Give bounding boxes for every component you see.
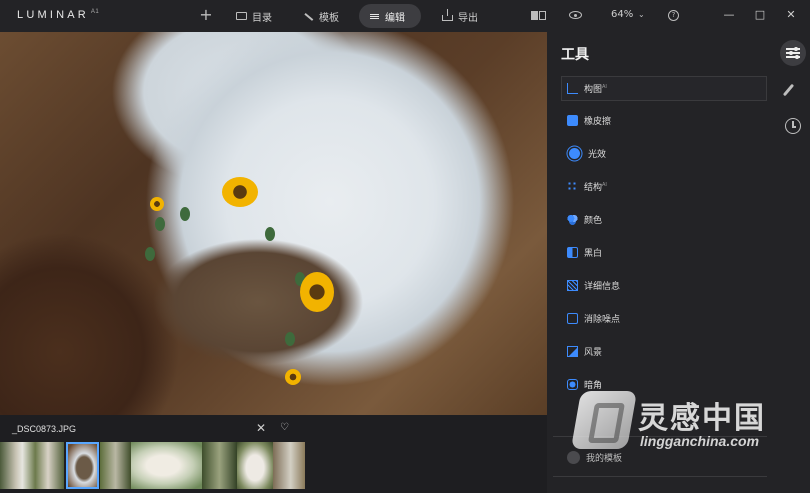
top-bar: LUMINAR A1 + 目录 模板 编辑 导出 64% ⌄ ? — □ ✕ — [0, 0, 810, 32]
sunflower-shape — [150, 197, 164, 211]
leaf-shape — [265, 227, 275, 241]
history-button[interactable] — [780, 113, 806, 139]
thumbnail[interactable] — [0, 442, 64, 489]
tool-structure[interactable]: 结构AI — [567, 178, 607, 194]
favorite-heart-icon[interactable]: ♡ — [280, 422, 289, 433]
tool-light[interactable]: 光效 — [567, 145, 606, 161]
tool-details[interactable]: 详细信息 — [567, 277, 620, 293]
leaf-shape — [145, 247, 155, 261]
app-logo: LUMINAR A1 — [17, 9, 100, 21]
tab-presets[interactable]: 模板 — [293, 4, 349, 28]
thumbnail[interactable] — [100, 442, 131, 489]
close-icon[interactable]: ✕ — [256, 421, 266, 435]
maximize-button[interactable]: □ — [753, 7, 767, 23]
magic-wand-icon — [303, 11, 314, 22]
export-icon — [442, 9, 453, 21]
denoise-icon — [567, 312, 578, 324]
watermark: 灵感中国 lingganchina.com — [570, 389, 804, 455]
black-white-icon — [567, 246, 578, 258]
vignette-icon — [567, 378, 578, 390]
structure-icon — [567, 180, 578, 192]
add-photos-button[interactable]: + — [198, 6, 214, 24]
sunflower-shape — [285, 369, 301, 385]
thumbnail[interactable] — [237, 442, 273, 489]
sun-icon — [569, 147, 580, 159]
watermark-logo-icon — [570, 391, 638, 449]
watermark-cn-text: 灵感中国 — [638, 401, 766, 436]
clock-icon — [785, 118, 801, 134]
color-icon — [567, 213, 578, 225]
brush-icon — [782, 83, 795, 97]
details-icon — [567, 279, 578, 291]
panel-title: 工具 — [561, 47, 589, 63]
thumbnail[interactable] — [273, 442, 305, 489]
divider — [553, 476, 767, 477]
sliders-icon — [369, 11, 380, 22]
tab-edit[interactable]: 编辑 — [359, 4, 421, 28]
filmstrip: _DSC0873.JPG ✕ ♡ — [0, 415, 547, 493]
sliders-icon — [786, 46, 800, 59]
tool-denoise[interactable]: 消除噪点 — [567, 310, 620, 326]
help-icon[interactable]: ? — [668, 10, 679, 21]
tool-landscape[interactable]: 风景 — [567, 343, 602, 359]
folder-icon — [236, 12, 247, 20]
tab-export[interactable]: 导出 — [432, 4, 488, 28]
tab-catalog[interactable]: 目录 — [226, 4, 282, 28]
sunflower-shape — [222, 177, 258, 207]
tool-black-white[interactable]: 黑白 — [567, 244, 602, 260]
brush-button[interactable] — [780, 78, 806, 104]
eraser-icon — [567, 114, 578, 126]
zoom-level[interactable]: 64% — [611, 9, 633, 20]
compare-icon[interactable] — [531, 11, 547, 20]
watermark-en-text: lingganchina.com — [640, 433, 760, 449]
close-window-button[interactable]: ✕ — [784, 7, 798, 23]
leaf-shape — [180, 207, 190, 221]
thumbnail[interactable] — [202, 442, 237, 489]
sunflower-shape — [300, 272, 334, 312]
tool-composition[interactable]: 构图AI — [567, 80, 607, 96]
thumbnail-strip — [0, 442, 547, 489]
chevron-down-icon[interactable]: ⌄ — [638, 10, 645, 19]
landscape-icon — [567, 345, 578, 357]
tool-eraser[interactable]: 橡皮擦 — [567, 112, 611, 128]
preview-eye-icon[interactable] — [569, 11, 582, 19]
leaf-shape — [155, 217, 165, 231]
file-name: _DSC0873.JPG — [12, 424, 77, 434]
tools-sliders-button[interactable] — [780, 40, 806, 66]
minimize-button[interactable]: — — [722, 7, 736, 23]
photo-canvas[interactable] — [0, 32, 547, 415]
crop-icon — [567, 82, 578, 94]
thumbnail[interactable] — [131, 442, 202, 489]
thumbnail-selected[interactable] — [66, 442, 99, 489]
leaf-shape — [285, 332, 295, 346]
tool-color[interactable]: 颜色 — [567, 211, 602, 227]
